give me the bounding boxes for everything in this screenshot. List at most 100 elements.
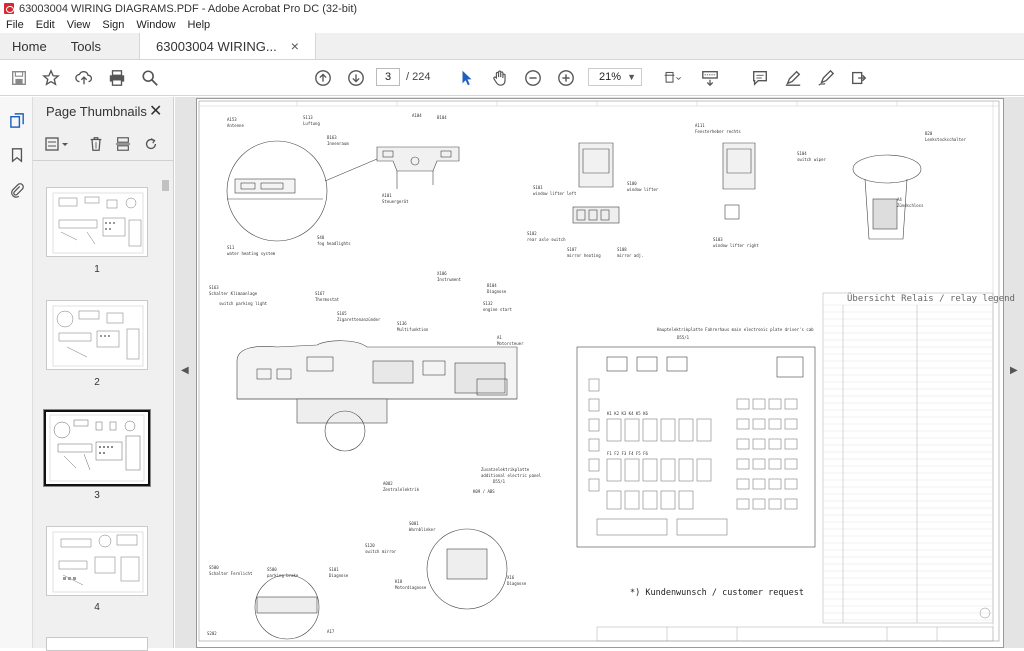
svg-text:parking brake: parking brake — [267, 573, 299, 578]
tab-home[interactable]: Home — [0, 33, 59, 59]
zoom-value: 21% — [599, 71, 622, 83]
tab-document[interactable]: 63003004 WIRING... × — [139, 33, 316, 59]
tab-document-label: 63003004 WIRING... — [156, 38, 277, 54]
tab-home-label: Home — [12, 38, 47, 54]
tab-bar: Home Tools 63003004 WIRING... × — [0, 33, 1024, 60]
panel-divider — [33, 160, 174, 161]
thumbnail-label-2: 2 — [94, 377, 100, 388]
svg-text:S11: S11 — [227, 245, 235, 250]
rotate-page-icon[interactable] — [142, 135, 160, 153]
expand-panel-right-icon[interactable]: ▶ — [1010, 365, 1018, 376]
print-icon[interactable] — [107, 68, 127, 88]
zoom-out-icon[interactable] — [523, 68, 543, 88]
page-fit-icon[interactable] — [660, 68, 686, 88]
page-thumbnail-1[interactable] — [46, 187, 148, 257]
attachments-icon[interactable] — [8, 181, 26, 199]
main-toolbar — [0, 60, 1024, 96]
svg-text:S48: S48 — [317, 235, 325, 240]
zoom-select[interactable]: 21% ▼ — [588, 68, 642, 86]
svg-text:Motordiagnose: Motordiagnose — [395, 585, 427, 590]
scrollbar-thumb[interactable] — [162, 180, 169, 191]
relay-legend-title: Übersicht Relais / relay legend — [847, 294, 1015, 304]
scroll-mode-icon[interactable] — [700, 68, 720, 88]
svg-text:A104: A104 — [412, 113, 422, 118]
select-cursor-icon[interactable] — [457, 68, 477, 88]
menu-view[interactable]: View — [61, 19, 97, 31]
svg-text:window lifter left: window lifter left — [533, 191, 577, 196]
svg-text:Innenraum: Innenraum — [327, 141, 349, 146]
comment-icon[interactable] — [750, 68, 770, 88]
menu-window[interactable]: Window — [130, 19, 181, 31]
zoom-in-icon[interactable] — [556, 68, 576, 88]
svg-text:F1 F2 F3 F4 F5 F6: F1 F2 F3 F4 F5 F6 — [607, 451, 649, 456]
page-thumbnail-3-selected[interactable] — [43, 409, 151, 487]
svg-text:S113: S113 — [303, 115, 313, 120]
sign-icon[interactable] — [816, 68, 836, 88]
main-panel-title: Hauptelektrikplatte Fahrerhaus main elec… — [657, 327, 814, 332]
page-thumbnail-5[interactable] — [46, 637, 148, 651]
svg-text:A002: A002 — [383, 481, 393, 486]
svg-text:S500: S500 — [267, 567, 277, 572]
thumbnail-label-3: 3 — [94, 490, 100, 501]
pdf-page-3[interactable]: A153 Antenne S113 Luftung B163 Innenraum A1… — [196, 98, 1004, 648]
svg-text:switch mirror: switch mirror — [365, 549, 397, 554]
svg-text:K18: K18 — [395, 579, 403, 584]
panel-toolbar — [42, 133, 170, 155]
svg-text:D55/1: D55/1 — [493, 479, 506, 484]
options-menu-icon[interactable] — [44, 135, 70, 153]
thumbnails-scrollbar[interactable] — [161, 172, 170, 644]
svg-text:S102: S102 — [527, 231, 537, 236]
fuse-grid — [588, 378, 798, 536]
menu-help[interactable]: Help — [182, 19, 217, 31]
svg-text:engine start: engine start — [483, 307, 512, 312]
svg-text:S104: S104 — [797, 151, 807, 156]
save-icon[interactable] — [9, 68, 29, 88]
close-tab-icon[interactable]: × — [291, 38, 299, 54]
svg-text:Schalter Klimaanlage: Schalter Klimaanlage — [209, 291, 258, 296]
svg-text:S103: S103 — [713, 237, 723, 242]
svg-text:S120: S120 — [365, 543, 375, 548]
bookmark-star-icon[interactable] — [41, 68, 61, 88]
svg-text:S107: S107 — [567, 247, 577, 252]
menu-edit[interactable]: Edit — [30, 19, 61, 31]
extract-pages-icon[interactable] — [114, 135, 132, 153]
hand-icon[interactable] — [490, 68, 510, 88]
next-page-icon[interactable] — [346, 68, 366, 88]
bookmarks-icon[interactable] — [8, 146, 26, 164]
page-thumbnail-2[interactable] — [46, 300, 148, 370]
svg-text:Diagnose: Diagnose — [329, 573, 349, 578]
svg-text:Zusatzelektrikplatte: Zusatzelektrikplatte — [481, 467, 530, 472]
delete-page-icon[interactable] — [87, 135, 105, 153]
svg-text:Motorsteuer: Motorsteuer — [497, 341, 524, 346]
page-number-input[interactable]: 3 — [376, 68, 400, 86]
svg-text:A153: A153 — [227, 117, 237, 122]
highlight-icon[interactable] — [783, 68, 803, 88]
tab-tools[interactable]: Tools — [59, 33, 113, 59]
share-icon[interactable] — [849, 68, 869, 88]
svg-text:B20: B20 — [925, 131, 933, 136]
svg-text:mirror adj.: mirror adj. — [617, 253, 644, 258]
svg-text:Luftung: Luftung — [303, 121, 320, 126]
svg-text:A1: A1 — [497, 335, 502, 340]
svg-text:A4: A4 — [897, 197, 902, 202]
svg-text:A111: A111 — [695, 123, 705, 128]
search-icon[interactable] — [140, 68, 160, 88]
menu-bar: File Edit View Sign Window Help — [0, 17, 1024, 33]
customer-request-note: *) Kundenwunsch / customer request — [630, 588, 804, 598]
menu-file[interactable]: File — [0, 19, 30, 31]
page-thumbnail-4[interactable] — [46, 526, 148, 596]
thumbnail-label-1: 1 — [94, 264, 100, 275]
svg-text:X106: X106 — [437, 271, 447, 276]
prev-page-icon[interactable] — [313, 68, 333, 88]
close-panel-icon[interactable]: ✕ — [149, 101, 162, 121]
upload-icon[interactable] — [74, 68, 94, 88]
thumbnails-panel: Page Thumbnails ✕ 1 2 3 4 — [33, 97, 174, 651]
wiring-diagram: A153Antenne S113Luftung B163Innenraum A1… — [198, 100, 1000, 642]
collapse-panel-left-icon[interactable]: ◀ — [181, 365, 189, 376]
svg-text:switch wiper: switch wiper — [797, 157, 826, 162]
svg-text:Fensterheber rechts: Fensterheber rechts — [695, 129, 741, 134]
menu-sign[interactable]: Sign — [96, 19, 130, 31]
svg-text:Zigarettenanzünder: Zigarettenanzünder — [337, 317, 381, 322]
page-thumbnails-icon[interactable] — [8, 111, 26, 129]
svg-text:K1 K2 K3 K4 K5 K6: K1 K2 K3 K4 K5 K6 — [607, 411, 649, 416]
